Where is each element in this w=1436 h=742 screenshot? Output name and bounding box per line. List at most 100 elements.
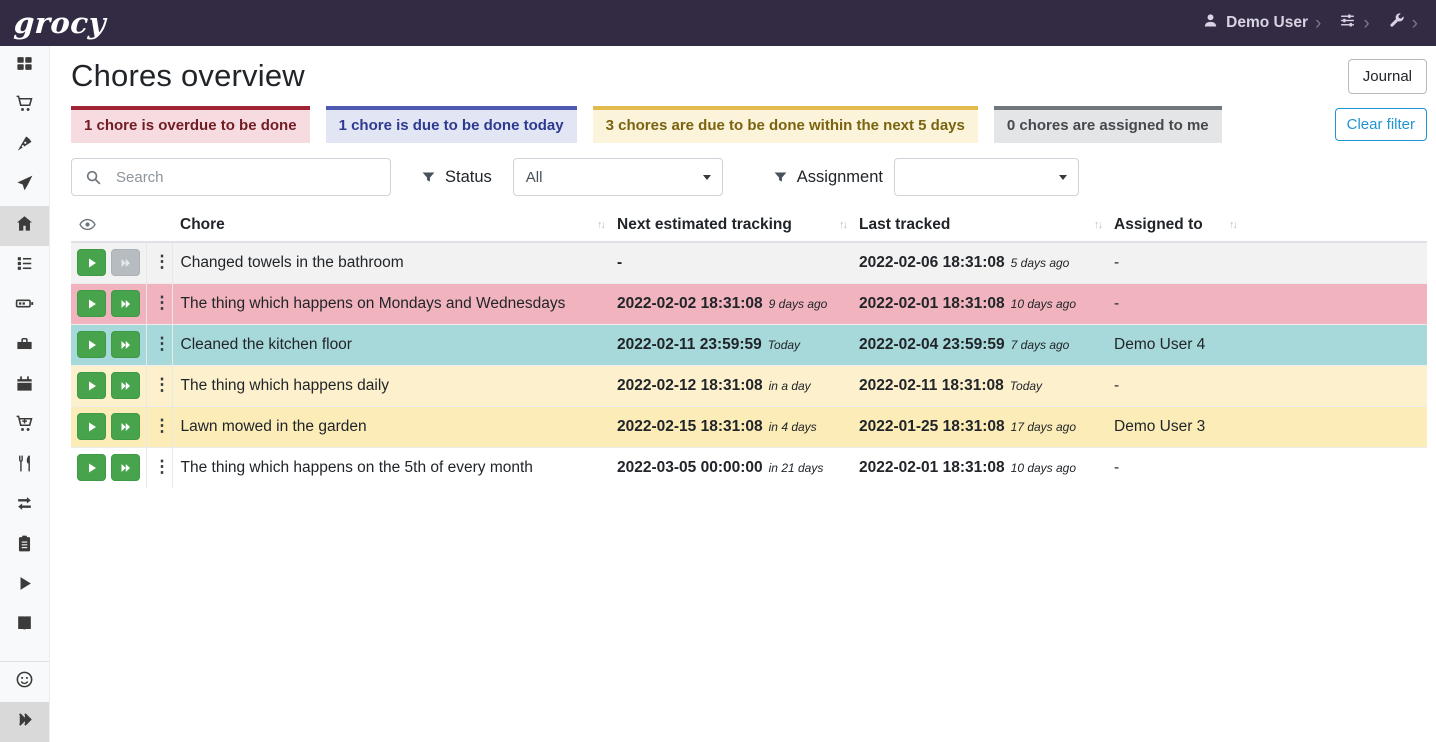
skip-chore-button[interactable] — [111, 331, 140, 358]
sort-icon: ↑↓ — [1094, 219, 1101, 231]
last-tracked-timestamp: 2022-02-04 23:59:59 — [859, 336, 1005, 353]
status-select[interactable]: All — [513, 158, 723, 196]
row-controls-cell — [71, 365, 146, 406]
chores-table-body: ⋮ Changed towels in the bathroom - 2022-… — [71, 242, 1427, 488]
filler-cell — [1241, 283, 1427, 324]
sidebar-item-inventory[interactable] — [0, 526, 49, 566]
skip-chore-button[interactable] — [111, 413, 140, 440]
sidebar-item-meal-plan[interactable] — [0, 166, 49, 206]
status-filter-label-group: Status — [421, 168, 492, 187]
sidebar-item-consume[interactable] — [0, 446, 49, 486]
overdue-banner[interactable]: 1 chore is overdue to be done — [71, 106, 310, 143]
sidebar-item-recipes[interactable] — [0, 126, 49, 166]
assigned-to-name: - — [1114, 459, 1119, 476]
next-tracking-relative: in 21 days — [769, 461, 824, 475]
filter-funnel-icon — [773, 170, 788, 185]
column-header-label: Chore — [180, 216, 225, 233]
track-chore-execution-button[interactable] — [77, 454, 106, 481]
column-header-assigned-to[interactable]: Assigned to ↑↓ — [1106, 209, 1241, 242]
track-chore-execution-button[interactable] — [77, 249, 106, 276]
sidebar-item-equipment[interactable] — [0, 326, 49, 366]
last-tracked-timestamp: 2022-02-01 18:31:08 — [859, 459, 1005, 476]
wrench-icon — [1388, 12, 1405, 34]
due-soon-banner-label: 3 chores are due to be done within the n… — [606, 117, 965, 134]
fast-forward-icon — [120, 462, 132, 474]
user-menu[interactable]: Demo User › — [1202, 12, 1321, 34]
chore-row-menu-button[interactable]: ⋮ — [149, 376, 173, 393]
search-icon — [72, 169, 114, 186]
track-chore-execution-button[interactable] — [77, 372, 106, 399]
chore-row-menu-button[interactable]: ⋮ — [149, 417, 173, 434]
assigned-to-name: Demo User 4 — [1114, 336, 1205, 353]
grocy-logo[interactable]: grocy — [13, 9, 107, 38]
main-content: Chores overview Journal 1 chore is overd… — [50, 46, 1436, 742]
chore-name: The thing which happens on the 5th of ev… — [181, 459, 533, 476]
sidebar-item-tasks[interactable] — [0, 246, 49, 286]
settings-menu[interactable]: › — [1339, 12, 1369, 34]
track-chore-execution-button[interactable] — [77, 331, 106, 358]
chore-row-menu-button[interactable]: ⋮ — [149, 335, 173, 352]
column-header-label: Assigned to — [1114, 216, 1203, 233]
assignment-select[interactable] — [894, 158, 1079, 196]
row-controls-cell — [71, 324, 146, 365]
book-icon — [15, 614, 34, 638]
admin-menu[interactable]: › — [1388, 12, 1418, 34]
next-tracking-relative: 9 days ago — [769, 297, 828, 311]
column-header-last-tracked[interactable]: Last tracked ↑↓ — [851, 209, 1106, 242]
sidebar-item-shopping-list[interactable] — [0, 86, 49, 126]
chore-row-menu-button[interactable]: ⋮ — [149, 458, 173, 475]
assigned-to-me-banner[interactable]: 0 chores are assigned to me — [994, 106, 1222, 143]
sidebar-item-chore-tracking[interactable] — [0, 566, 49, 606]
play-icon — [86, 257, 98, 269]
sidebar-item-calendar[interactable] — [0, 366, 49, 406]
next-tracking-timestamp: - — [617, 254, 622, 271]
filler-cell — [1241, 242, 1427, 283]
chore-row-menu-button[interactable]: ⋮ — [149, 294, 173, 311]
next-tracking-cell: - — [609, 242, 851, 283]
sidebar-item-chores-overview[interactable] — [0, 206, 49, 246]
journal-button[interactable]: Journal — [1348, 59, 1427, 94]
last-tracked-cell: 2022-02-06 18:31:085 days ago — [851, 242, 1106, 283]
row-menu-cell: ⋮ — [146, 324, 172, 365]
chore-row: ⋮ The thing which happens on the 5th of … — [71, 447, 1427, 488]
track-chore-execution-button[interactable] — [77, 290, 106, 317]
sidebar-item-battery-tracking[interactable] — [0, 606, 49, 646]
toggle-columns-header[interactable] — [71, 209, 146, 242]
last-tracked-cell: 2022-02-11 18:31:08Today — [851, 365, 1106, 406]
sidebar-item-purchase[interactable] — [0, 406, 49, 446]
clipboard-list-icon — [15, 534, 34, 558]
sidebar-item-transfer[interactable] — [0, 486, 49, 526]
due-today-banner[interactable]: 1 chore is due to be done today — [326, 106, 577, 143]
chore-row-menu-button[interactable]: ⋮ — [149, 253, 173, 270]
filler-cell — [1241, 406, 1427, 447]
status-filter-label: Status — [445, 168, 492, 187]
clear-filter-button[interactable]: Clear filter — [1335, 108, 1427, 141]
row-menu-header — [146, 209, 172, 242]
skip-chore-button[interactable] — [111, 372, 140, 399]
track-chore-execution-button[interactable] — [77, 413, 106, 440]
sidebar-item-stock-overview[interactable] — [0, 46, 49, 86]
assigned-to-name: - — [1114, 295, 1119, 312]
filler-cell — [1241, 324, 1427, 365]
assigned-to-cell: - — [1106, 242, 1241, 283]
column-header-label: Last tracked — [859, 216, 950, 233]
due-soon-banner[interactable]: 3 chores are due to be done within the n… — [593, 106, 978, 143]
sidebar-item-user-settings[interactable] — [0, 662, 49, 702]
skip-chore-button[interactable] — [111, 249, 140, 276]
sidebar-bottom-group — [0, 661, 49, 742]
sidebar-expand-button[interactable] — [0, 702, 49, 742]
sidebar-item-batteries-overview[interactable] — [0, 286, 49, 326]
row-menu-cell: ⋮ — [146, 406, 172, 447]
skip-chore-button[interactable] — [111, 290, 140, 317]
next-tracking-cell: 2022-03-05 00:00:00in 21 days — [609, 447, 851, 488]
sort-icon: ↑↓ — [1229, 219, 1236, 231]
chevron-right-icon: › — [1363, 14, 1369, 33]
last-tracked-cell: 2022-02-01 18:31:0810 days ago — [851, 283, 1106, 324]
smiley-icon — [15, 670, 34, 694]
column-header-next-tracking[interactable]: Next estimated tracking↑↓ — [609, 209, 851, 242]
search-input[interactable] — [114, 168, 390, 187]
top-navbar: grocy Demo User › › › — [0, 0, 1436, 46]
column-header-chore[interactable]: Chore↑↓ — [172, 209, 609, 242]
skip-chore-button[interactable] — [111, 454, 140, 481]
chore-name-cell: Changed towels in the bathroom — [172, 242, 609, 283]
